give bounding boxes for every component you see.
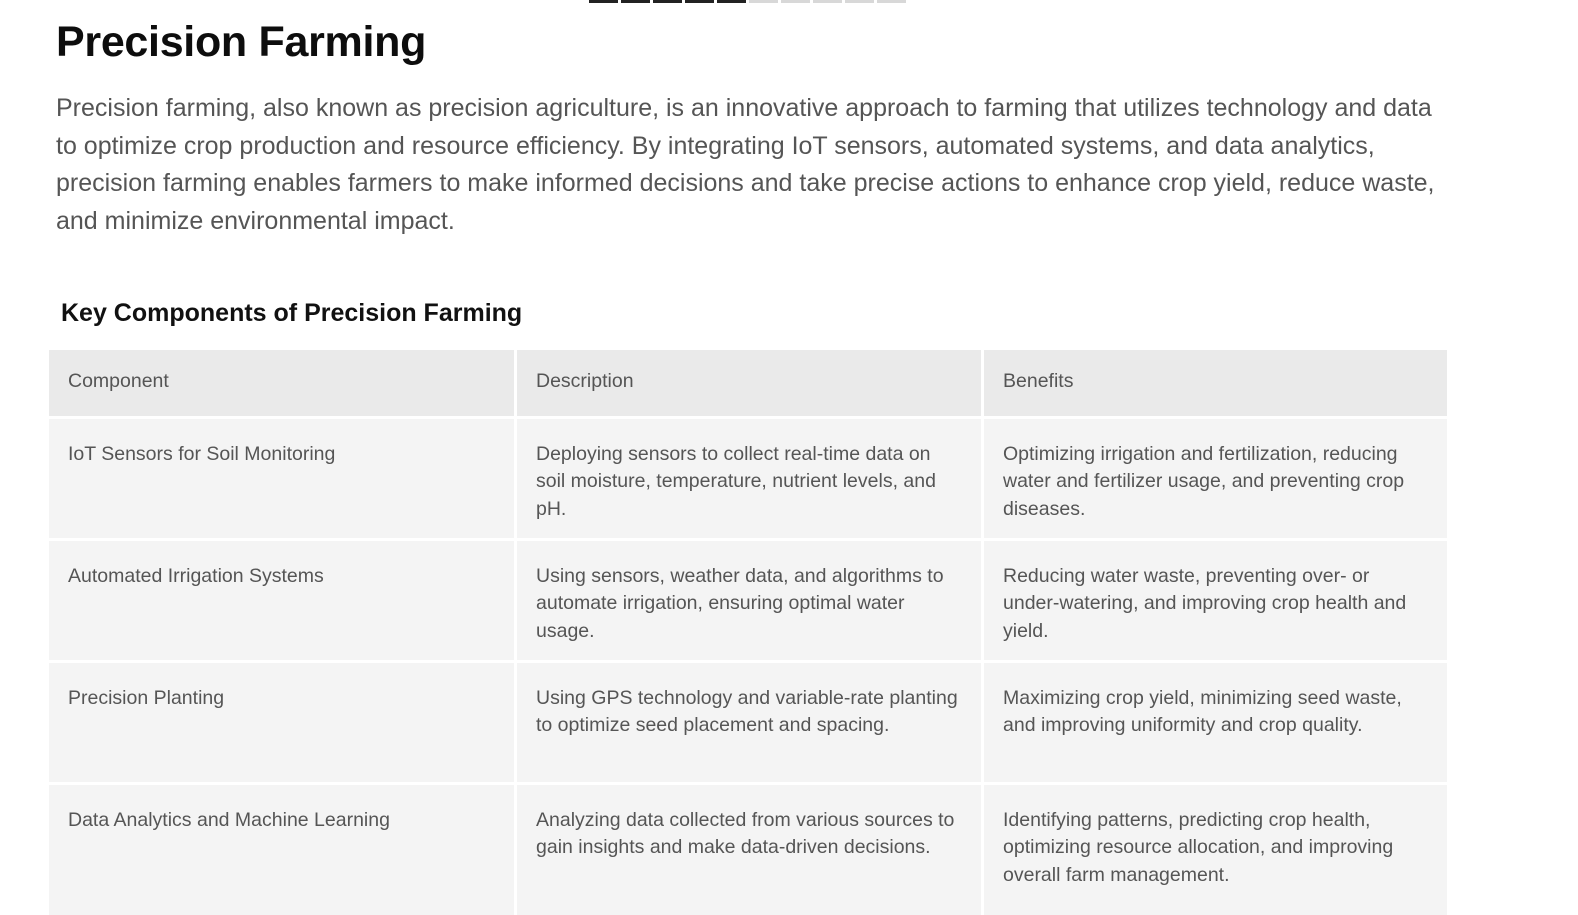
progress-segment[interactable] [653, 0, 682, 3]
progress-segment[interactable] [621, 0, 650, 3]
intro-paragraph: Precision farming, also known as precisi… [56, 94, 1435, 235]
cell-component: Precision Planting [49, 663, 514, 782]
section-title: Key Components of Precision Farming [61, 299, 523, 327]
progress-segment[interactable] [845, 0, 874, 3]
cell-description: Analyzing data collected from various so… [517, 785, 981, 915]
progress-segment[interactable] [749, 0, 778, 3]
cell-benefits: Reducing water waste, preventing over- o… [984, 541, 1447, 660]
header-description: Description [517, 350, 981, 416]
cell-benefits: Maximizing crop yield, minimizing seed w… [984, 663, 1447, 782]
header-benefits: Benefits [984, 350, 1447, 416]
page-title: Precision Farming [56, 18, 427, 66]
cell-description: Deploying sensors to collect real-time d… [517, 419, 981, 538]
progress-segment[interactable] [813, 0, 842, 3]
progress-segment[interactable] [589, 0, 618, 3]
cell-benefits: Optimizing irrigation and fertilization,… [984, 419, 1447, 538]
progress-segment[interactable] [877, 0, 906, 3]
cell-component: IoT Sensors for Soil Monitoring [49, 419, 514, 538]
progress-segment[interactable] [685, 0, 714, 3]
cell-description: Using sensors, weather data, and algorit… [517, 541, 981, 660]
header-component: Component [49, 350, 514, 416]
slide-progress-bar [589, 0, 906, 3]
cell-component: Data Analytics and Machine Learning [49, 785, 514, 915]
cell-component: Automated Irrigation Systems [49, 541, 514, 660]
progress-segment[interactable] [781, 0, 810, 3]
cell-description: Using GPS technology and variable-rate p… [517, 663, 981, 782]
components-table: Component Description Benefits IoT Senso… [49, 350, 1447, 915]
progress-segment[interactable] [717, 0, 746, 3]
cell-benefits: Identifying patterns, predicting crop he… [984, 785, 1447, 915]
